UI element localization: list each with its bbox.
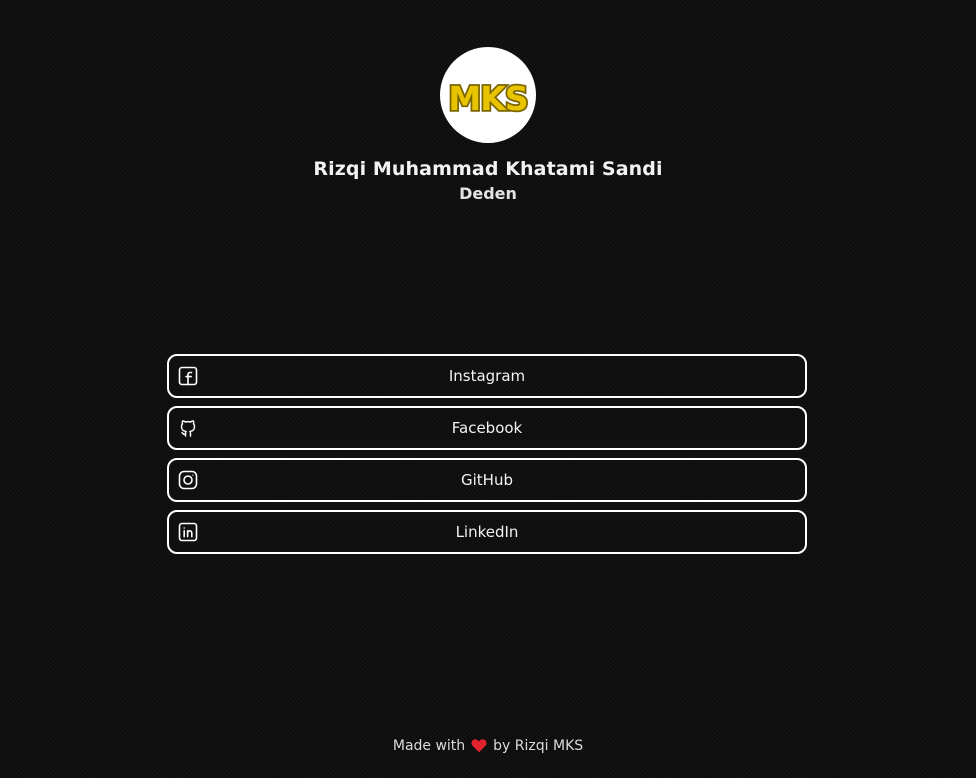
- footer-prefix: Made with: [392, 738, 466, 754]
- link-button-instagram[interactable]: Instagram: [167, 354, 807, 398]
- link-label: LinkedIn: [455, 523, 519, 541]
- github-icon: [178, 418, 198, 438]
- facebook-icon: [178, 366, 198, 386]
- linkedin-icon: [178, 522, 198, 542]
- footer: Made with by Rizqi MKS: [0, 736, 976, 759]
- mks-logo-icon: MKS: [447, 77, 531, 120]
- avatar: MKS: [440, 47, 536, 143]
- profile-nickname: Deden: [459, 184, 517, 203]
- link-button-github[interactable]: GitHub: [167, 458, 807, 502]
- link-label: Facebook: [451, 419, 523, 437]
- link-button-facebook[interactable]: Facebook: [167, 406, 807, 450]
- link-button-linkedin[interactable]: LinkedIn: [167, 510, 807, 554]
- svg-text:MKS: MKS: [448, 79, 527, 118]
- instagram-icon: [178, 470, 198, 490]
- profile-header: MKS Rizqi Muhammad Khatami Sandi Deden: [0, 47, 976, 204]
- link-label: Instagram: [448, 367, 526, 385]
- heart-icon: [471, 738, 487, 759]
- footer-suffix: by Rizqi MKS: [493, 738, 584, 754]
- link-list: Instagram Facebook GitHub LinkedIn: [167, 354, 807, 562]
- link-label: GitHub: [461, 471, 513, 489]
- profile-name: Rizqi Muhammad Khatami Sandi: [313, 158, 663, 180]
